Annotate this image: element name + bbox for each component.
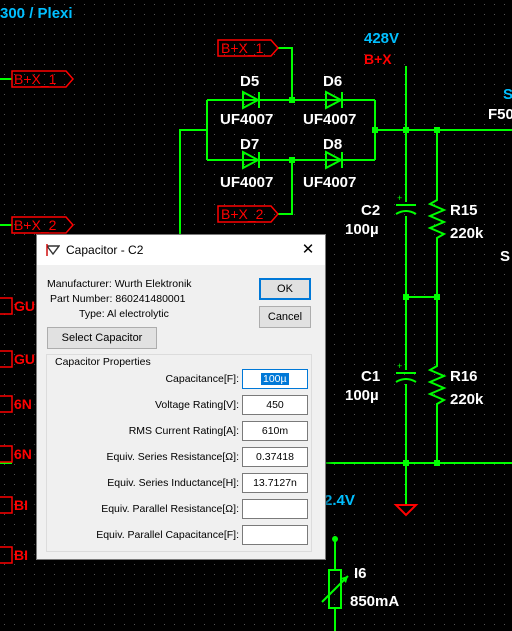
parallel-capacitance-input[interactable] [242,525,308,545]
diode-d5-value: UF4007 [220,111,273,128]
diode-d6-ref: D6 [323,73,342,90]
cancel-button[interactable]: Cancel [259,306,311,328]
edge-label-f: F50 [488,106,512,123]
junction-dot [332,536,338,542]
rms-current-input[interactable] [242,421,308,441]
capacitor-c1-ref: C1 [361,368,380,385]
net-label-bx2-mid: B+X_2 [221,206,264,222]
diode-d6-value: UF4007 [303,111,356,128]
parallel-resistance-input[interactable] [242,499,308,519]
capacitance-label: Capacitance[F]: [165,373,239,385]
select-capacitor-button[interactable]: Select Capacitor [47,327,157,349]
left-label-2: GU [14,351,35,367]
current-source-value: 850mA [350,593,399,610]
capacitor-app-icon [46,244,60,256]
capacitor-c2-value: 100µ [345,221,379,238]
parallel-capacitance-label: Equiv. Parallel Capacitance[F]: [96,529,239,541]
net-label-bx1-left: B+X_1 [14,71,57,87]
esr-input[interactable] [242,447,308,467]
dialog-title: Capacitor - C2 [66,243,144,257]
left-label-1: GU [14,298,35,314]
resistor-r15-ref: R15 [450,202,478,219]
edge-label-s1: S [503,86,512,103]
left-label-4: 6N [14,446,32,462]
edge-label-s2: S [500,248,510,265]
manufacturer-text: Manufacturer: Wurth Elektronik [47,278,192,290]
left-label-3: 6N [14,396,32,412]
ok-button[interactable]: OK [259,278,311,300]
svg-text:+: + [397,193,402,203]
dialog-titlebar[interactable]: Capacitor - C2 ✕ [37,235,325,265]
part-number-text: Part Number: 860241480001 [50,293,186,305]
diode-d8-value: UF4007 [303,174,356,191]
type-text: Type: Al electrolytic [79,308,169,320]
net-label-bx2-left: B+X_2 [14,217,57,233]
capacitor-c2-ref: C2 [361,202,380,219]
voltage-rating-input[interactable] [242,395,308,415]
left-label-5: BI [14,497,28,513]
voltage-rating-label: Voltage Rating[V]: [154,399,239,411]
diode-d5-ref: D5 [240,73,259,90]
resistor-r15-value: 220k [450,225,484,242]
capacitance-input[interactable]: 100µ [242,369,308,389]
capacitor-dialog[interactable]: Capacitor - C2 ✕ Manufacturer: Wurth Ele… [36,234,326,560]
current-source-ref: I6 [354,565,367,582]
corner-title: 300 / Plexi [0,5,73,22]
resistor-r16-ref: R16 [450,368,478,385]
parallel-resistance-label: Equiv. Parallel Resistance[Ω]: [101,503,239,515]
esl-label: Equiv. Series Inductance[H]: [107,477,239,489]
left-label-6: BI [14,547,28,563]
diode-d7-ref: D7 [240,136,259,153]
net-label-bx1-top: B+X_1 [221,40,264,56]
capacitance-value: 100µ [261,373,289,385]
group-label: Capacitor Properties [53,356,153,368]
net-label-bplus-x: B+X [364,51,392,67]
esl-input[interactable] [242,473,308,493]
voltage-label-top: 428V [364,30,399,47]
rms-current-label: RMS Current Rating[A]: [128,425,239,437]
svg-text:+: + [397,361,402,371]
diode-d7-value: UF4007 [220,174,273,191]
voltage-label-bottom: 2.4V [324,492,355,509]
diode-d8-ref: D8 [323,136,342,153]
capacitor-c1-value: 100µ [345,387,379,404]
close-button[interactable]: ✕ [291,235,325,265]
esr-label: Equiv. Series Resistance[Ω]: [106,451,239,463]
resistor-r16-value: 220k [450,391,484,408]
